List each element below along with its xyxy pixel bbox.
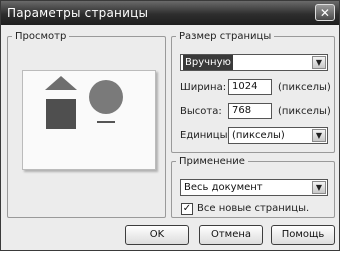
size-preset-value: Вручную — [183, 55, 233, 70]
height-label: Высота: — [180, 106, 222, 117]
height-unit: (пикселы) — [278, 106, 331, 117]
page-setup-dialog: Параметры страницы ✕ Просмотр Размер стр… — [0, 0, 340, 251]
new-pages-label: Все новые страницы. — [197, 203, 310, 214]
page-size-group: Размер страницы Вручную ▼ Ширина: 1024 (… — [171, 31, 335, 153]
preview-circle — [89, 80, 123, 114]
preview-group: Просмотр — [7, 31, 166, 218]
apply-group: Применение Весь документ ▼ ✓ Все новые с… — [171, 156, 335, 218]
height-value: 768 — [232, 105, 252, 116]
chevron-down-icon[interactable]: ▼ — [312, 56, 326, 69]
width-unit: (пикселы) — [278, 82, 331, 93]
units-select[interactable]: (пикселы) ▼ — [228, 127, 328, 144]
width-input[interactable]: 1024 — [228, 79, 272, 95]
apply-legend: Применение — [179, 156, 245, 167]
preview-triangle — [45, 76, 77, 90]
help-button[interactable]: Помощь — [271, 225, 335, 245]
width-value: 1024 — [232, 81, 258, 92]
size-preset-select[interactable]: Вручную ▼ — [180, 54, 328, 71]
help-label: Помощь — [281, 229, 325, 240]
cancel-label: Отмена — [210, 229, 252, 240]
page-size-legend: Размер страницы — [179, 31, 272, 42]
preview-legend: Просмотр — [15, 31, 67, 42]
apply-scope-value: Весь документ — [184, 182, 263, 193]
cancel-button[interactable]: Отмена — [199, 225, 263, 245]
units-label: Единицы: — [180, 130, 231, 141]
close-button[interactable]: ✕ — [315, 4, 335, 21]
close-icon: ✕ — [319, 6, 331, 20]
height-input[interactable]: 768 — [228, 103, 272, 119]
preview-square — [46, 99, 76, 129]
width-label: Ширина: — [180, 82, 227, 93]
chevron-down-icon[interactable]: ▼ — [312, 181, 326, 194]
check-icon: ✓ — [182, 203, 192, 214]
ok-button[interactable]: OK — [125, 225, 189, 245]
ok-label: OK — [149, 229, 165, 240]
apply-scope-select[interactable]: Весь документ ▼ — [180, 179, 328, 196]
dialog-title: Параметры страницы — [7, 6, 149, 20]
units-value: (пикселы) — [232, 130, 285, 141]
chevron-down-icon[interactable]: ▼ — [312, 129, 326, 142]
title-bar: Параметры страницы ✕ — [1, 1, 339, 25]
new-pages-checkbox[interactable]: ✓ — [181, 203, 193, 215]
preview-caption-mark — [97, 121, 115, 123]
preview-shapes — [45, 76, 123, 129]
page-preview — [22, 70, 156, 170]
